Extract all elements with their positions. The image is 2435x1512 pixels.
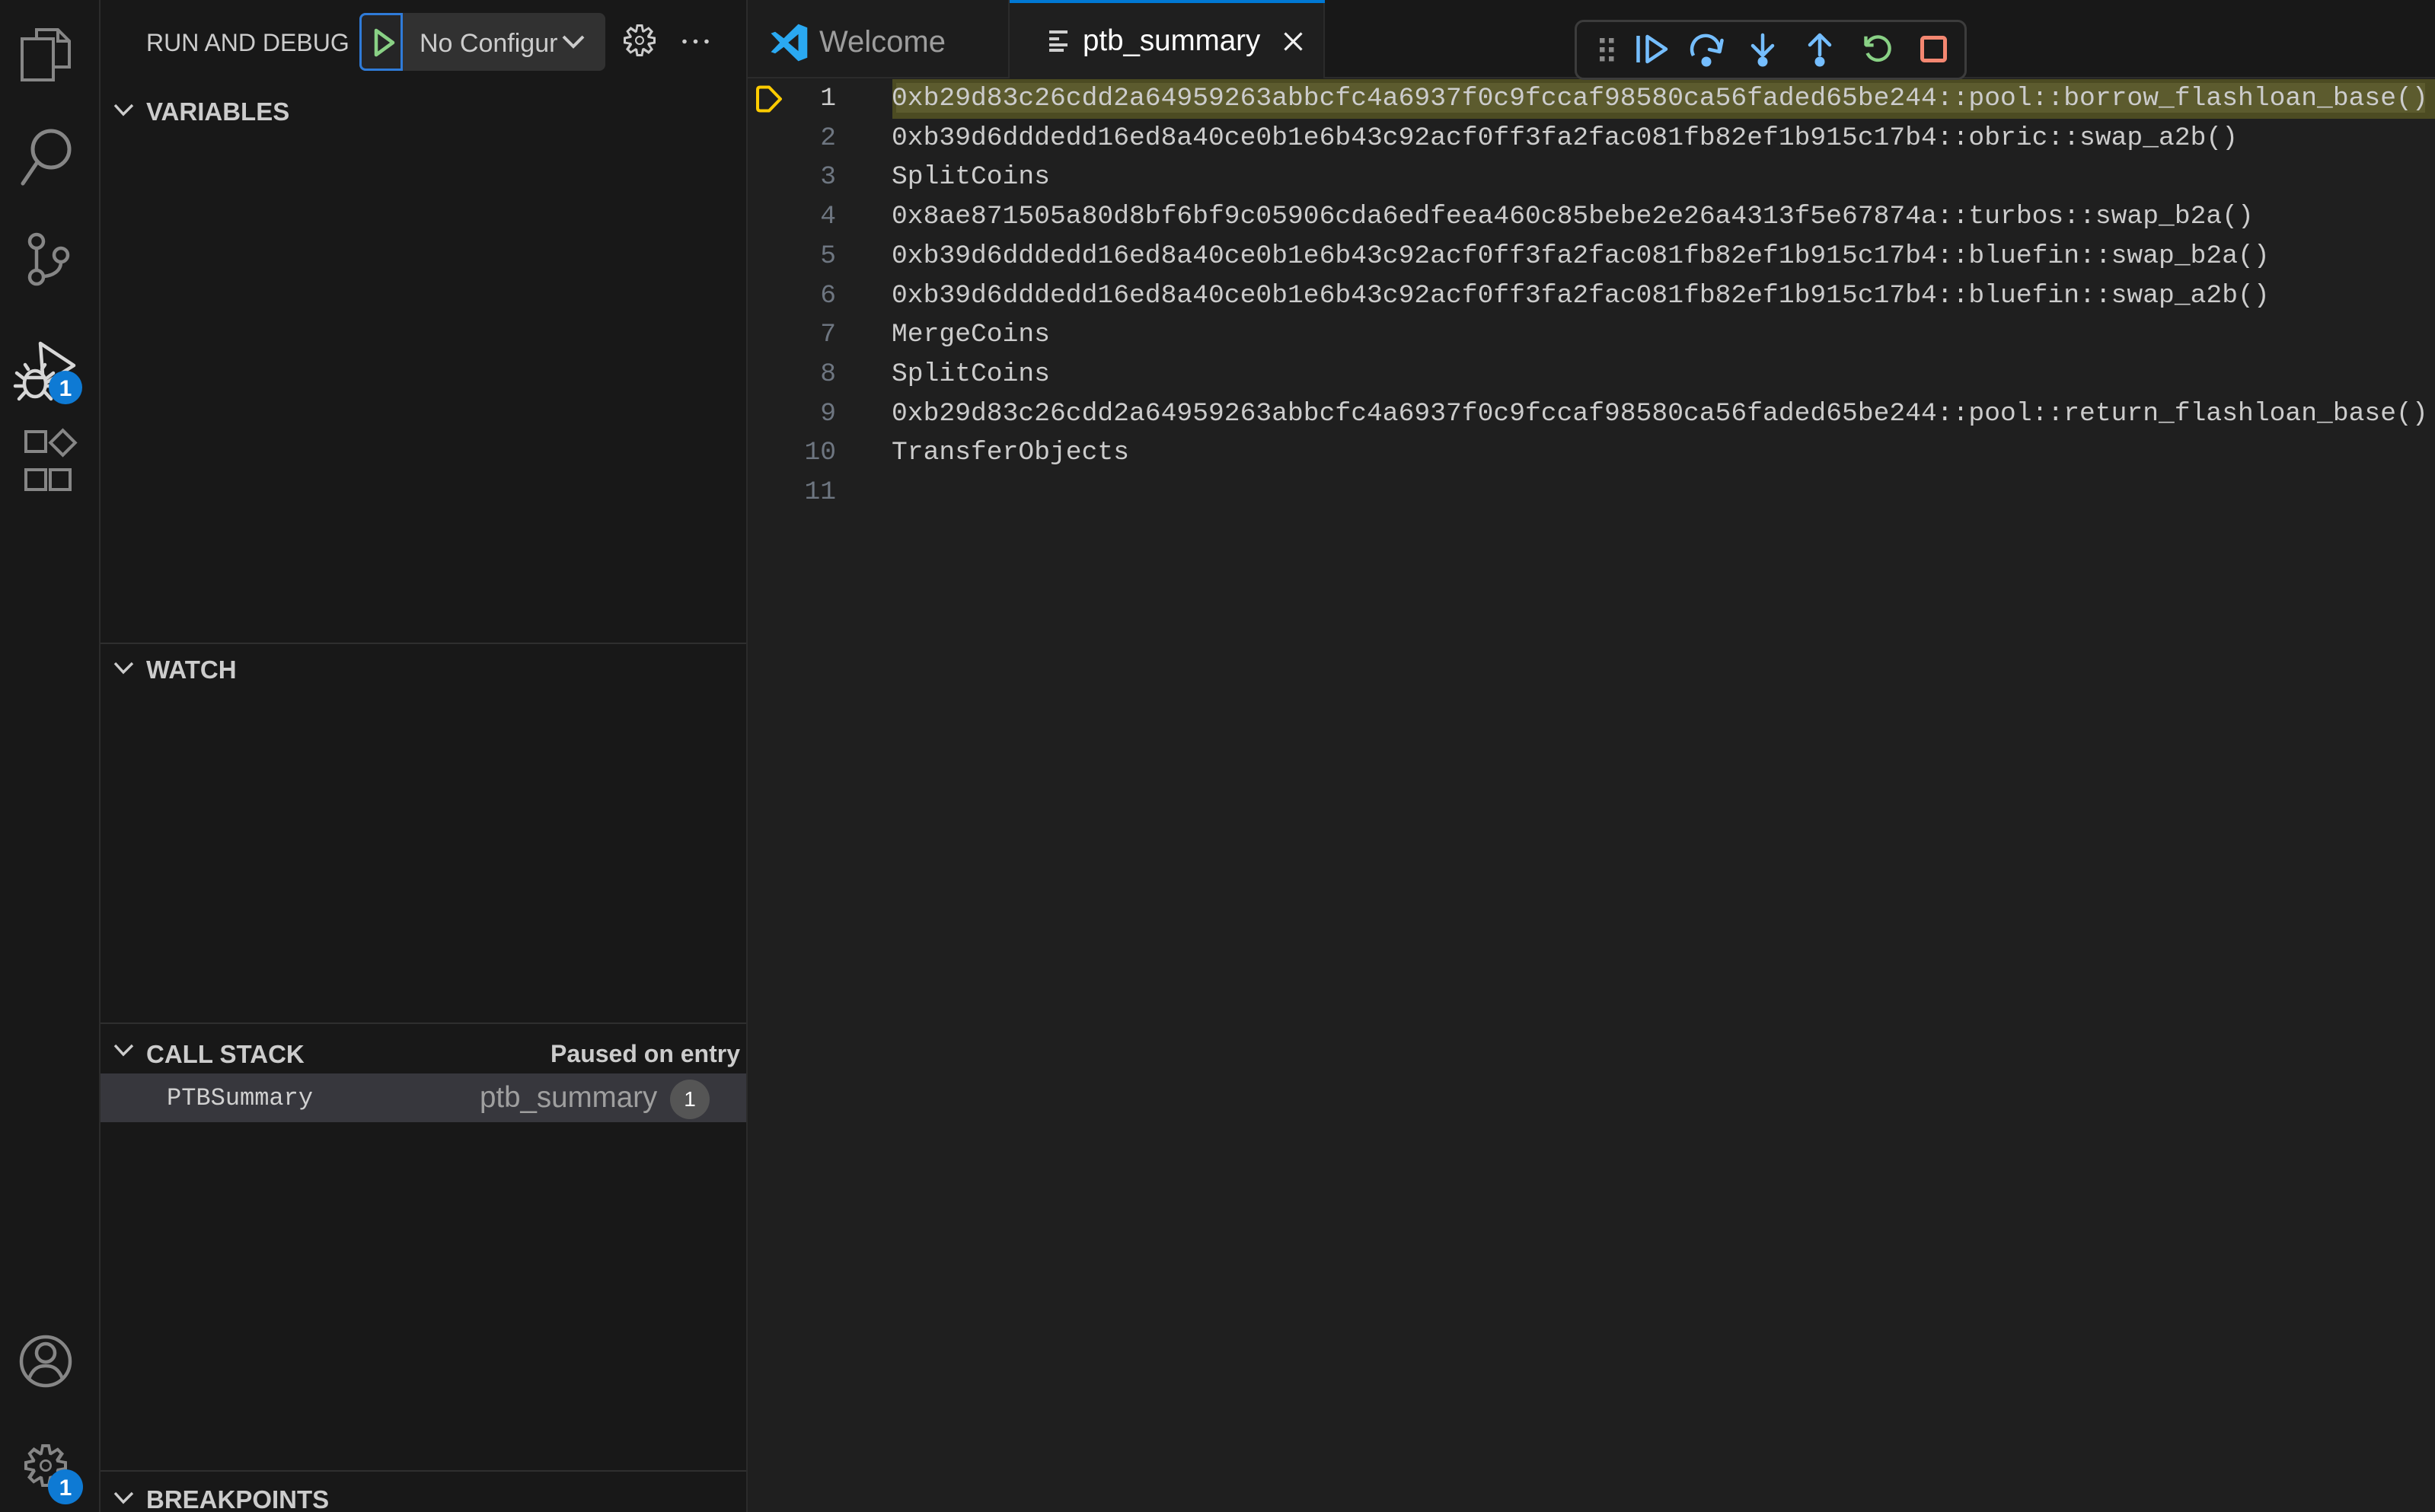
svg-text:1: 1	[59, 1475, 72, 1501]
svg-text:1: 1	[59, 376, 72, 401]
